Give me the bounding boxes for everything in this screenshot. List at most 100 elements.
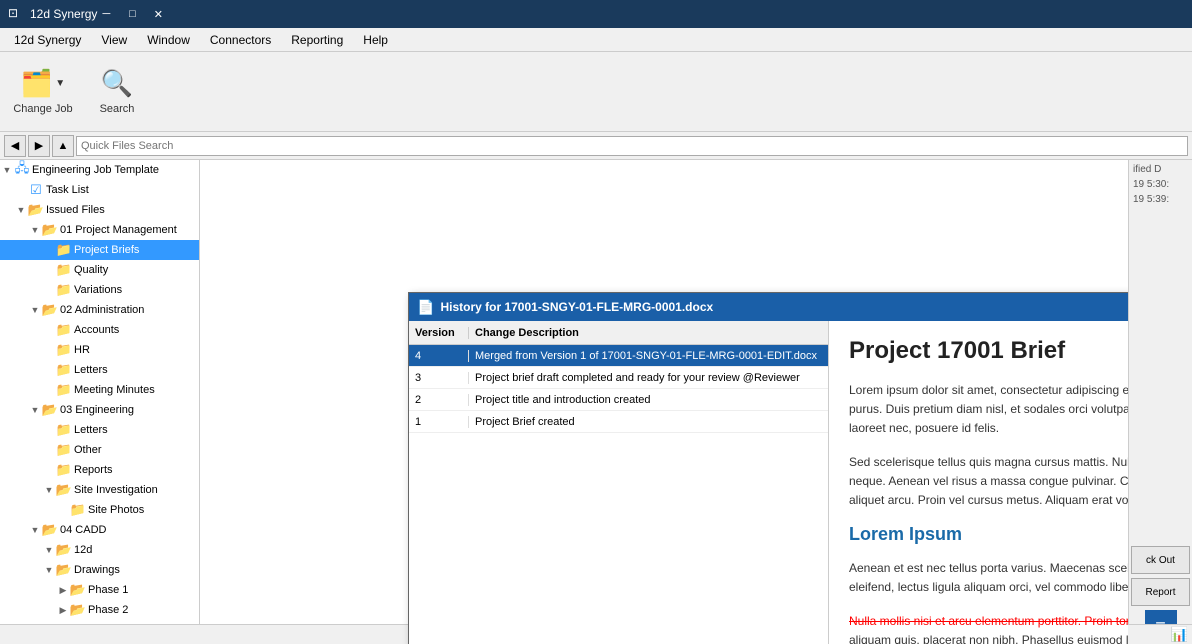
sidebar-item-other[interactable]: 📁Other [0,440,199,460]
menu-view[interactable]: View [91,31,137,49]
sidebar-item-pm[interactable]: ▼📂01 Project Management [0,220,199,240]
minimize-button[interactable]: ─ [97,5,115,23]
versions-table-body: 4Merged from Version 1 of 17001-SNGY-01-… [409,345,828,644]
close-button[interactable]: ✕ [149,5,167,23]
tree-icon-12d: 📂 [56,543,72,557]
dialog-title-text: History for 17001-SNGY-01-FLE-MRG-0001.d… [440,300,1128,314]
dialog-content: Version Change Description 4Merged from … [409,321,1128,644]
menu-bar: 12d Synergy View Window Connectors Repor… [0,28,1192,52]
nav-forward-button[interactable]: ▶ [28,135,50,157]
tree-toggle-phase1: ▶ [56,585,70,596]
quick-search-input[interactable] [76,136,1188,156]
tree-label-admin: 02 Administration [60,304,144,316]
tree-toggle-cadd: ▼ [28,525,42,535]
tree-toggle-eng: ▼ [28,405,42,415]
tree-icon-variations: 📁 [56,283,72,297]
sidebar-item-task[interactable]: ☑Task List [0,180,199,200]
nav-row: ◀ ▶ ▲ [0,132,1192,160]
tree-toggle-12d: ▼ [42,545,56,555]
app-title: 12d Synergy [30,7,97,21]
sidebar-item-phase2[interactable]: ▶📂Phase 2 [0,600,199,620]
maximize-button[interactable]: □ [123,5,141,23]
tree-toggle-issued: ▼ [14,205,28,215]
tree-label-letters: Letters [74,364,108,376]
row-desc-0: Merged from Version 1 of 17001-SNGY-01-F… [469,350,828,362]
tree-icon-eng: 📂 [42,403,58,417]
tree-label-phase1: Phase 1 [88,584,128,596]
main-area: ▼🖧Engineering Job Template☑Task List▼📂Is… [0,160,1192,644]
tree-label-task: Task List [46,184,89,196]
sidebar-item-phase1[interactable]: ▶📂Phase 1 [0,580,199,600]
sidebar-item-admin[interactable]: ▼📂02 Administration [0,300,199,320]
preview-para-2: Sed scelerisque tellus quis magna cursus… [849,453,1128,511]
sidebar-item-cadd[interactable]: ▼📂04 CADD [0,520,199,540]
change-job-button[interactable]: 🗂️ ▼ Change Job [8,57,78,127]
sidebar-item-accounts[interactable]: 📁Accounts [0,320,199,340]
tree-label-variations: Variations [74,284,122,296]
bar-chart-icon: 📊 [1171,626,1188,643]
tree-icon-briefs: 📁 [56,243,72,257]
right-report-button[interactable]: Report [1131,578,1190,606]
tree-label-other: Other [74,444,102,456]
sidebar-item-12d[interactable]: ▼📂12d [0,540,199,560]
tree-icon-quality: 📁 [56,263,72,277]
tree-toggle-drawings: ▼ [42,565,56,575]
sidebar-item-briefs[interactable]: 📁Project Briefs [0,240,199,260]
sidebar-item-root[interactable]: ▼🖧Engineering Job Template [0,160,199,180]
sidebar-item-variations[interactable]: 📁Variations [0,280,199,300]
sidebar-item-meeting[interactable]: 📁Meeting Minutes [0,380,199,400]
preview-panel: Project 17001 Brief Lorem ipsum dolor sit… [829,321,1128,644]
sidebar-item-hr[interactable]: 📁HR [0,340,199,360]
tree-toggle-phase2: ▶ [56,605,70,616]
tree-icon-sitephotos: 📁 [70,503,86,517]
column-description: Change Description [469,327,828,339]
table-header: Version Change Description [409,321,828,345]
tree-toggle-pm: ▼ [28,225,42,235]
sidebar-item-letters[interactable]: 📁Letters [0,360,199,380]
tree-label-root: Engineering Job Template [32,164,159,176]
preview-para-1: Lorem ipsum dolor sit amet, consectetur … [849,381,1128,439]
sidebar-tree: ▼🖧Engineering Job Template☑Task List▼📂Is… [0,160,200,644]
tree-icon-meeting: 📁 [56,383,72,397]
version-row-3[interactable]: 1Project Brief created [409,411,828,433]
sidebar-item-siteinv[interactable]: ▼📂Site Investigation [0,480,199,500]
tree-label-eng-letters: Letters [74,424,108,436]
version-row-0[interactable]: 4Merged from Version 1 of 17001-SNGY-01-… [409,345,828,367]
menu-12d-synergy[interactable]: 12d Synergy [4,31,91,49]
tree-label-hr: HR [74,344,90,356]
tree-toggle-admin: ▼ [28,305,42,315]
sidebar-item-reports[interactable]: 📁Reports [0,460,199,480]
menu-connectors[interactable]: Connectors [200,31,281,49]
sidebar-item-quality[interactable]: 📁Quality [0,260,199,280]
preview-heading: Project 17001 Brief [849,337,1128,365]
checkout-button[interactable]: ck Out [1131,546,1190,574]
nav-up-button[interactable]: ▲ [52,135,74,157]
menu-reporting[interactable]: Reporting [281,31,353,49]
sidebar-item-drawings[interactable]: ▼📂Drawings [0,560,199,580]
tree-label-12d: 12d [74,544,92,556]
row-version-0: 4 [409,350,469,362]
row-desc-2: Project title and introduction created [469,394,828,406]
tree-icon-admin: 📂 [42,303,58,317]
row-desc-3: Project Brief created [469,416,828,428]
tree-label-sitephotos: Site Photos [88,504,144,516]
tree-label-pm: 01 Project Management [60,224,177,236]
sidebar-item-eng[interactable]: ▼📂03 Engineering [0,400,199,420]
sidebar-item-eng-letters[interactable]: 📁Letters [0,420,199,440]
tree-toggle-siteinv: ▼ [42,485,56,495]
tree-toggle-root: ▼ [0,165,14,175]
dropdown-arrow-icon: ▼ [55,78,65,89]
tree-icon-eng-letters: 📁 [56,423,72,437]
menu-window[interactable]: Window [137,31,200,49]
tree-icon-other: 📁 [56,443,72,457]
sidebar-item-issued[interactable]: ▼📂Issued Files [0,200,199,220]
version-row-2[interactable]: 2Project title and introduction created [409,389,828,411]
menu-help[interactable]: Help [353,31,398,49]
tree-icon-reports: 📁 [56,463,72,477]
tree-icon-issued: 📂 [28,203,44,217]
tree-icon-letters: 📁 [56,363,72,377]
version-row-1[interactable]: 3Project brief draft completed and ready… [409,367,828,389]
search-button[interactable]: 🔍 Search [82,57,152,127]
nav-back-button[interactable]: ◀ [4,135,26,157]
sidebar-item-sitephotos[interactable]: 📁Site Photos [0,500,199,520]
